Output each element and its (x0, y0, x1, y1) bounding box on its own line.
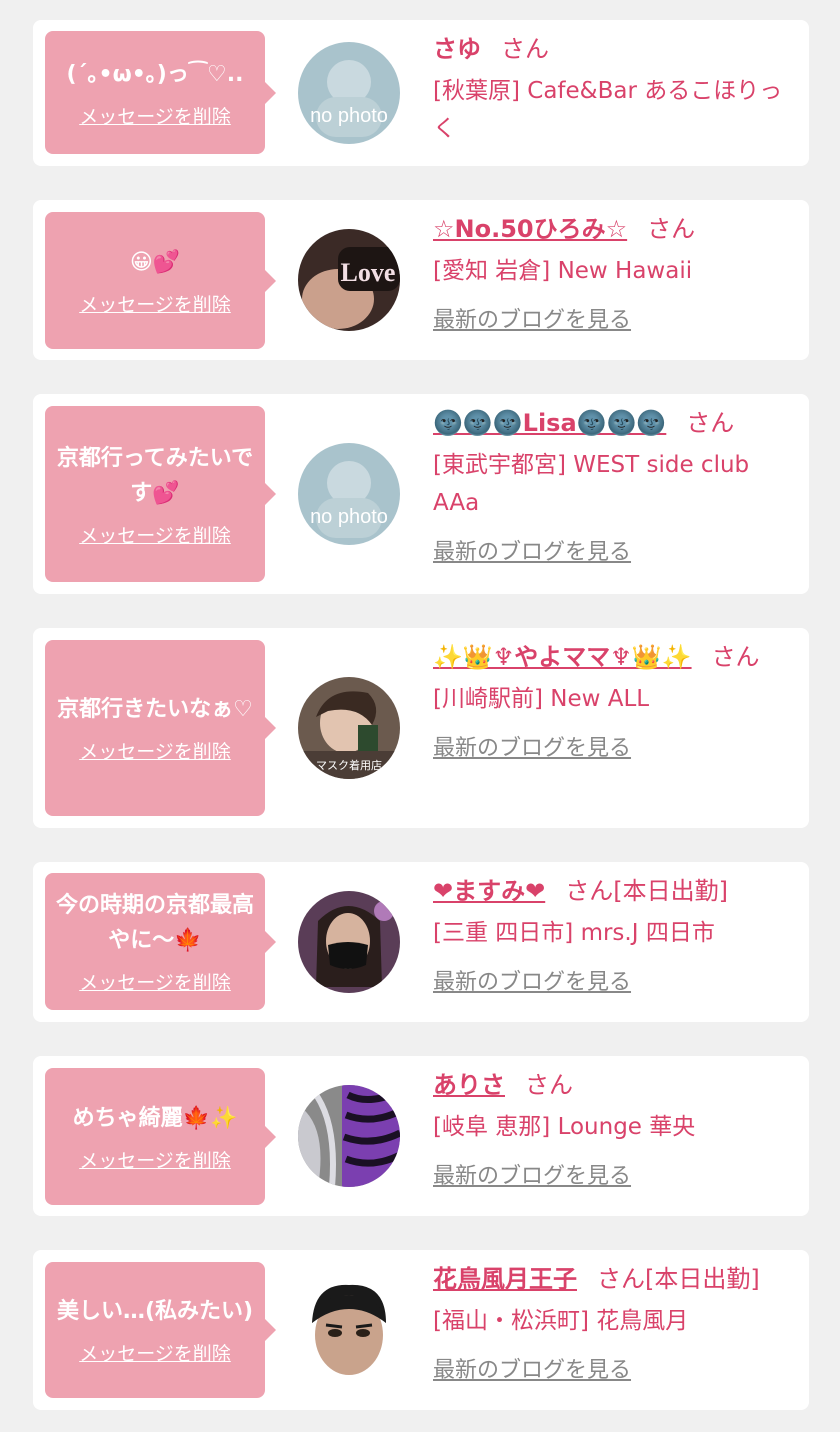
latest-blog-link[interactable]: 最新のブログを見る (433, 1158, 631, 1190)
message-text: 美しい…(私みたい) (56, 1299, 254, 1324)
delete-message-link[interactable]: メッセージを削除 (79, 290, 231, 317)
message-card: 😀💕 メッセージを削除 Love ☆No.50ひろみ☆ さん [愛知 岩倉] Ne… (33, 200, 809, 360)
delete-message-link[interactable]: メッセージを削除 (79, 1146, 231, 1173)
delete-message-link[interactable]: メッセージを削除 (79, 1339, 231, 1366)
no-photo-icon: no photo (298, 443, 400, 545)
cast-name-link[interactable]: 🌚🌚🌚Lisa🌚🌚🌚 (433, 409, 666, 437)
name-line: 🌚🌚🌚Lisa🌚🌚🌚 さん (433, 404, 793, 442)
card-info: 🌚🌚🌚Lisa🌚🌚🌚 さん [東武宇都宮] WEST side club AAa … (433, 404, 793, 566)
message-text: めちゃ綺麗🍁✨ (72, 1105, 238, 1131)
message-text: 京都行きたいなぁ♡ (57, 697, 253, 722)
name-line: ✨👑♆やよママ♆👑✨ さん (433, 638, 793, 676)
card-info: さゆ さん [秋葉原] Cafe&Bar あるこほりっく (433, 30, 793, 148)
avatar[interactable] (298, 1279, 400, 1381)
cast-name: さゆ (433, 35, 481, 63)
name-line: さゆ さん (433, 30, 793, 68)
name-suffix: さん (501, 35, 549, 63)
message-bubble: (´｡•ω•｡)っ⁀♡.. メッセージを削除 (45, 31, 276, 154)
name-suffix: さん (686, 409, 735, 437)
avatar[interactable] (298, 891, 400, 993)
message-text: 😀💕 (129, 249, 181, 275)
delete-message-link[interactable]: メッセージを削除 (79, 102, 231, 129)
love-photo-icon: Love (298, 229, 400, 331)
message-bubble: 😀💕 メッセージを削除 (45, 212, 276, 349)
message-card: 今の時期の京都最高やに〜🍁 メッセージを削除 ❤ますみ❤ さん[本日出勤] [三重… (33, 862, 809, 1022)
card-info: ❤ますみ❤ さん[本日出勤] [三重 四日市] mrs.J 四日市 最新のブログを… (433, 872, 793, 996)
name-line: ❤ますみ❤ さん[本日出勤] (433, 872, 793, 910)
message-card: めちゃ綺麗🍁✨ メッセージを削除 ありさ さん [岐阜 恵那] Lounge 華央… (33, 1056, 809, 1216)
card-info: ✨👑♆やよママ♆👑✨ さん [川崎駅前] New ALL 最新のブログを見る (433, 638, 793, 762)
shop-name: [三重 四日市] mrs.J 四日市 (433, 920, 715, 946)
delete-message-link[interactable]: メッセージを削除 (79, 968, 231, 995)
message-bubble: 美しい…(私みたい) メッセージを削除 (45, 1262, 276, 1398)
avatar[interactable]: no photo (298, 42, 400, 144)
cast-name-link[interactable]: ☆No.50ひろみ☆ (433, 215, 627, 243)
avatar[interactable]: マスク着用店 (298, 677, 400, 779)
message-bubble: 京都行ってみたいです💕 メッセージを削除 (45, 406, 276, 582)
latest-blog-link[interactable]: 最新のブログを見る (433, 964, 631, 996)
name-line: ☆No.50ひろみ☆ さん (433, 210, 793, 248)
no-photo-icon: no photo (298, 42, 400, 144)
portrait-woman-icon: マスク着用店 (298, 677, 400, 779)
latest-blog-link[interactable]: 最新のブログを見る (433, 534, 631, 566)
card-info: ありさ さん [岐阜 恵那] Lounge 華央 最新のブログを見る (433, 1066, 793, 1190)
name-suffix: さん[本日出勤] (565, 877, 728, 905)
shop-name: [福山・松浜町] 花鳥風月 (433, 1308, 689, 1334)
cast-name-link[interactable]: ❤ますみ❤ (433, 877, 545, 905)
delete-message-link[interactable]: メッセージを削除 (79, 737, 231, 764)
message-bubble: 今の時期の京都最高やに〜🍁 メッセージを削除 (45, 873, 276, 1010)
name-suffix: さん (711, 643, 760, 671)
man-face-icon (298, 1279, 400, 1381)
shop-name: [愛知 岩倉] New Hawaii (433, 258, 693, 284)
message-text: (´｡•ω•｡)っ⁀♡.. (66, 61, 244, 87)
name-line: 花鳥風月王子 さん[本日出勤] (433, 1260, 793, 1298)
svg-text:マスク着用店: マスク着用店 (316, 758, 382, 772)
name-suffix: さん[本日出勤] (597, 1265, 760, 1293)
latest-blog-link[interactable]: 最新のブログを見る (433, 730, 631, 762)
svg-text:no photo: no photo (310, 506, 388, 528)
shop-name: [川崎駅前] New ALL (433, 686, 650, 712)
svg-text:Love: Love (341, 258, 396, 287)
shop-name: [秋葉原] Cafe&Bar あるこほりっく (433, 78, 783, 142)
message-bubble: めちゃ綺麗🍁✨ メッセージを削除 (45, 1068, 276, 1205)
svg-text:no photo: no photo (310, 105, 388, 127)
shop-name: [岐阜 恵那] Lounge 華央 (433, 1114, 696, 1140)
cast-name-link[interactable]: 花鳥風月王子 (433, 1265, 577, 1293)
avatar[interactable]: Love (298, 229, 400, 331)
avatar[interactable] (298, 1085, 400, 1187)
message-card: 京都行ってみたいです💕 メッセージを削除 no photo 🌚🌚🌚Lisa🌚🌚🌚… (33, 394, 809, 594)
message-text: 今の時期の京都最高やに〜🍁 (55, 893, 254, 953)
avatar[interactable]: no photo (298, 443, 400, 545)
latest-blog-link[interactable]: 最新のブログを見る (433, 302, 631, 334)
card-info: 花鳥風月王子 さん[本日出勤] [福山・松浜町] 花鳥風月 最新のブログを見る (433, 1260, 793, 1384)
message-text: 京都行ってみたいです💕 (56, 445, 254, 506)
delete-message-link[interactable]: メッセージを削除 (79, 521, 231, 548)
message-bubble: 京都行きたいなぁ♡ メッセージを削除 (45, 640, 276, 816)
name-suffix: さん (525, 1071, 573, 1099)
message-card: (´｡•ω•｡)っ⁀♡.. メッセージを削除 no photo さゆ さん [秋葉… (33, 20, 809, 166)
name-suffix: さん (647, 215, 696, 243)
cast-name-link[interactable]: ✨👑♆やよママ♆👑✨ (433, 643, 692, 671)
message-card: 京都行きたいなぁ♡ メッセージを削除 マスク着用店 ✨👑♆やよママ♆👑✨ さん [… (33, 628, 809, 828)
portrait-mask-icon (298, 891, 400, 993)
message-list: (´｡•ω•｡)っ⁀♡.. メッセージを削除 no photo さゆ さん [秋葉… (0, 0, 840, 1432)
zebra-photo-icon (298, 1085, 400, 1187)
name-line: ありさ さん (433, 1066, 793, 1104)
latest-blog-link[interactable]: 最新のブログを見る (433, 1352, 631, 1384)
message-card: 美しい…(私みたい) メッセージを削除 花鳥風月王子 さん[本日出勤] [福山・松… (33, 1250, 809, 1410)
card-info: ☆No.50ひろみ☆ さん [愛知 岩倉] New Hawaii 最新のブログを見… (433, 210, 793, 334)
cast-name-link[interactable]: ありさ (433, 1071, 505, 1099)
shop-name: [東武宇都宮] WEST side club AAa (433, 452, 750, 516)
